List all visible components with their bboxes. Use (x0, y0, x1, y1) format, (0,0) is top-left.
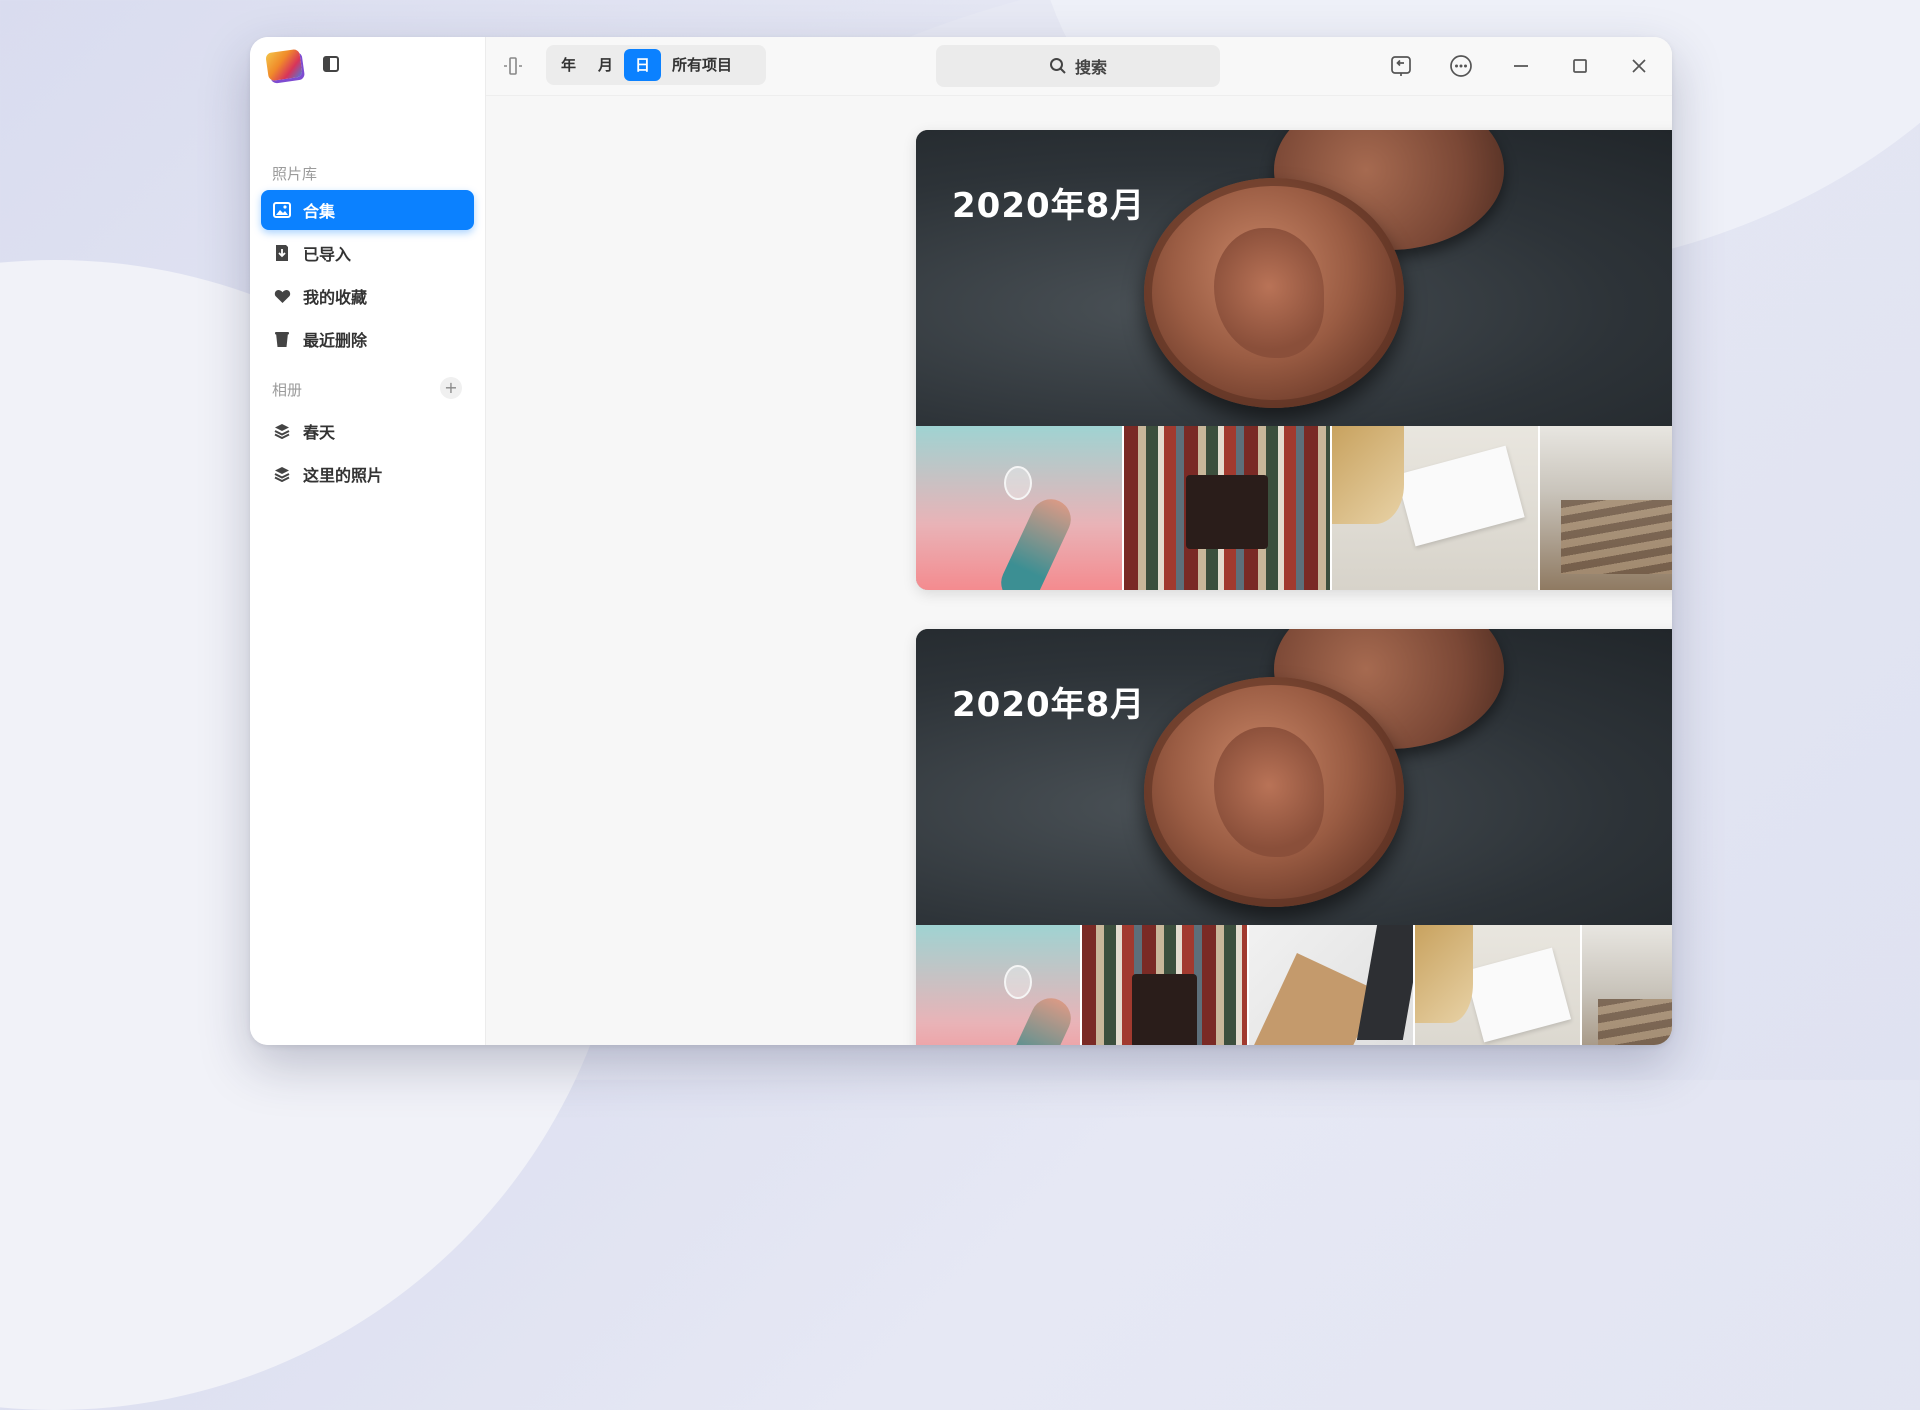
photo-thumbnail[interactable] (1248, 925, 1414, 1045)
photo-thumbnail[interactable] (916, 925, 1081, 1045)
image-icon (273, 201, 291, 219)
thumbnail-strip (916, 426, 1672, 590)
sidebar: 照片库 合集 已导入 我的收藏 最近删除 相册 + 春天 这里的照片 (250, 37, 486, 1045)
sidebar-item-imported[interactable]: 已导入 (261, 233, 474, 273)
sidebar-item-album-here[interactable]: 这里的照片 (261, 454, 474, 494)
thumbnail-size-icon[interactable] (502, 55, 524, 77)
more-options-icon[interactable] (1449, 54, 1473, 78)
day-group-card[interactable]: 2020年8月 (916, 629, 1672, 1045)
group-title: 2020年8月 (952, 186, 1146, 226)
sidebar-item-label: 春天 (303, 423, 336, 442)
photo-thumbnail[interactable] (1415, 925, 1580, 1045)
maximize-icon[interactable] (1568, 54, 1592, 78)
sidebar-item-collection[interactable]: 合集 (261, 190, 474, 230)
sidebar-item-label: 我的收藏 (303, 288, 368, 307)
tab-year[interactable]: 年 (550, 49, 587, 81)
coin-image-shape (1144, 178, 1404, 408)
app-logo (265, 48, 303, 82)
albums-section-label: 相册 (272, 381, 303, 399)
photos-window: 照片库 合集 已导入 我的收藏 最近删除 相册 + 春天 这里的照片 2020年… (250, 37, 1672, 1045)
view-mode-segmented-control: 年 月 日 所有项目 (546, 45, 766, 85)
close-icon[interactable] (1627, 54, 1651, 78)
add-album-button[interactable]: + (440, 377, 462, 399)
group-cover-image[interactable]: 2020年8月 (916, 629, 1672, 925)
album-stack-icon (273, 465, 291, 483)
photo-thumbnail[interactable] (916, 426, 1122, 590)
photo-thumbnail[interactable] (1540, 426, 1672, 590)
import-photos-icon[interactable] (1389, 54, 1413, 78)
tab-day[interactable]: 日 (624, 49, 662, 81)
photo-thumbnail[interactable] (1581, 925, 1672, 1045)
sidebar-item-label: 最近删除 (303, 331, 368, 350)
tab-all-items[interactable]: 所有项目 (661, 49, 743, 81)
coin-image-shape (1144, 677, 1404, 907)
main-content[interactable]: 2020年8月 2020年8月 (486, 37, 1672, 1045)
library-section-label: 照片库 (272, 165, 318, 183)
search-icon (1049, 58, 1066, 74)
group-cover-image[interactable]: 2020年8月 (916, 130, 1672, 426)
sidebar-item-recently-deleted[interactable]: 最近删除 (261, 319, 474, 359)
photo-thumbnail[interactable] (1082, 925, 1247, 1045)
titlebar: 年 月 日 所有项目 搜索 (486, 37, 1672, 96)
photo-thumbnail[interactable] (1332, 426, 1538, 590)
sidebar-item-label: 这里的照片 (303, 466, 384, 485)
sidebar-item-label: 合集 (303, 202, 336, 221)
album-stack-icon (273, 422, 291, 440)
import-icon (273, 244, 291, 262)
sidebar-item-album-spring[interactable]: 春天 (261, 411, 474, 451)
minimize-icon[interactable] (1509, 54, 1533, 78)
trash-icon (273, 330, 291, 348)
heart-icon (273, 287, 291, 305)
search-placeholder: 搜索 (1074, 58, 1107, 77)
day-group-card[interactable]: 2020年8月 (916, 130, 1672, 590)
tab-month[interactable]: 月 (587, 49, 624, 81)
search-box[interactable]: 搜索 (936, 45, 1220, 87)
group-title: 2020年8月 (952, 685, 1146, 725)
sidebar-item-label: 已导入 (303, 245, 352, 264)
sidebar-item-favorites[interactable]: 我的收藏 (261, 276, 474, 316)
photo-thumbnail[interactable] (1124, 426, 1330, 590)
thumbnail-strip (916, 925, 1672, 1045)
sidebar-toggle-icon[interactable] (323, 56, 339, 72)
